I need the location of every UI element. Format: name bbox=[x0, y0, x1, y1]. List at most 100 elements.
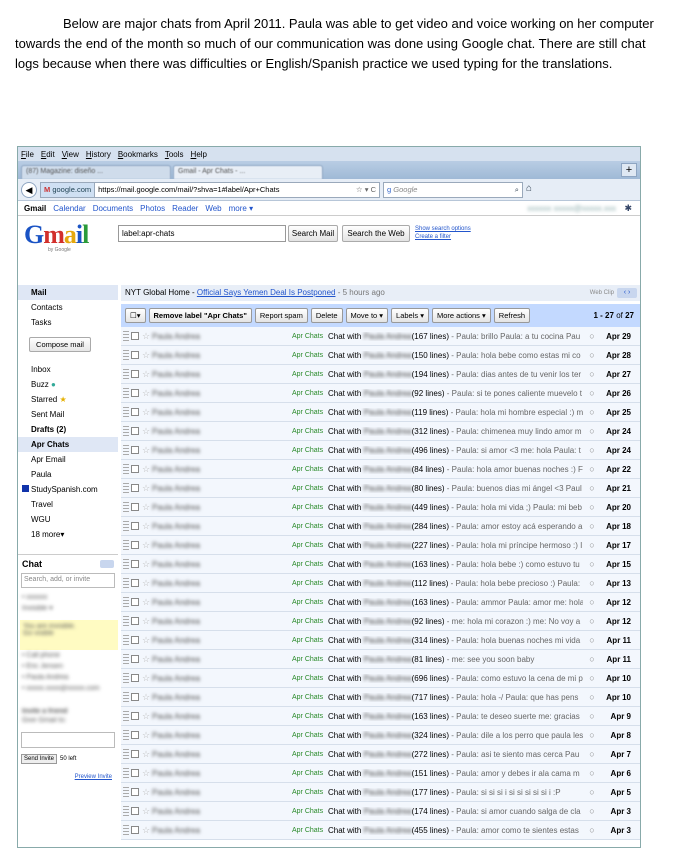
star-icon[interactable]: ☆ bbox=[142, 654, 152, 665]
table-row[interactable]: ☆ Paula Andrea Apr Chats Chat with Paula An… bbox=[121, 745, 640, 764]
sidebar-label-wgu[interactable]: WGU bbox=[18, 512, 118, 527]
star-icon[interactable]: ☆ bbox=[142, 502, 152, 513]
row-checkbox[interactable] bbox=[131, 389, 139, 397]
table-row[interactable]: ☆ Paula Andrea Apr Chats Chat with Paula An… bbox=[121, 517, 640, 536]
chat-contact-redacted[interactable]: • Call phone bbox=[18, 650, 118, 661]
mail-search-input[interactable]: label:apr-chats bbox=[118, 225, 286, 242]
url-text[interactable]: https://mail.google.com/mail/?shva=1#lab… bbox=[95, 185, 279, 194]
gbar-more[interactable]: more ▾ bbox=[229, 204, 253, 213]
row-checkbox[interactable] bbox=[131, 731, 139, 739]
send-invite-button[interactable]: Send Invite bbox=[21, 754, 58, 764]
star-icon[interactable]: ☆ bbox=[142, 464, 152, 475]
drag-handle-icon[interactable] bbox=[123, 502, 129, 512]
browser-search-box[interactable]: g Google ⌕ bbox=[383, 181, 523, 198]
sidebar-item-tasks[interactable]: Tasks bbox=[18, 315, 118, 330]
row-checkbox[interactable] bbox=[131, 826, 139, 834]
row-checkbox[interactable] bbox=[131, 541, 139, 549]
menu-edit[interactable]: Edit bbox=[41, 150, 55, 159]
gbar-web[interactable]: Web bbox=[205, 204, 221, 213]
drag-handle-icon[interactable] bbox=[123, 635, 129, 645]
sidebar-label-paula[interactable]: Paula bbox=[18, 467, 118, 482]
gbar-reader[interactable]: Reader bbox=[172, 204, 198, 213]
label-tag[interactable]: Apr Chats bbox=[292, 523, 328, 530]
label-tag[interactable]: Apr Chats bbox=[292, 618, 328, 625]
row-checkbox[interactable] bbox=[131, 579, 139, 587]
select-all-checkbox[interactable]: ☐▾ bbox=[125, 308, 146, 323]
drag-handle-icon[interactable] bbox=[123, 578, 129, 588]
star-icon[interactable]: ☆ bbox=[142, 635, 152, 646]
drag-handle-icon[interactable] bbox=[123, 331, 129, 341]
star-icon[interactable]: ☆ bbox=[142, 673, 152, 684]
bookmark-star-icon[interactable]: ☆ ▾ C bbox=[356, 185, 379, 194]
row-checkbox[interactable] bbox=[131, 769, 139, 777]
row-checkbox[interactable] bbox=[131, 598, 139, 606]
drag-handle-icon[interactable] bbox=[123, 407, 129, 417]
label-tag[interactable]: Apr Chats bbox=[292, 542, 328, 549]
menu-bookmarks[interactable]: Bookmarks bbox=[118, 150, 158, 159]
star-icon[interactable]: ☆ bbox=[142, 730, 152, 741]
drag-handle-icon[interactable] bbox=[123, 787, 129, 797]
gbar-documents[interactable]: Documents bbox=[93, 204, 133, 213]
table-row[interactable]: ☆ Paula Andrea Apr Chats Chat with Paula An… bbox=[121, 783, 640, 802]
row-checkbox[interactable] bbox=[131, 351, 139, 359]
drag-handle-icon[interactable] bbox=[123, 654, 129, 664]
drag-handle-icon[interactable] bbox=[123, 540, 129, 550]
label-tag[interactable]: Apr Chats bbox=[292, 409, 328, 416]
star-icon[interactable]: ☆ bbox=[142, 521, 152, 532]
table-row[interactable]: ☆ Paula Andrea Apr Chats Chat with Paula An… bbox=[121, 536, 640, 555]
drag-handle-icon[interactable] bbox=[123, 559, 129, 569]
compose-mail-button[interactable]: Compose mail bbox=[29, 337, 91, 352]
drag-handle-icon[interactable] bbox=[123, 673, 129, 683]
table-row[interactable]: ☆ Paula Andrea Apr Chats Chat with Paula An… bbox=[121, 441, 640, 460]
star-icon[interactable]: ☆ bbox=[142, 749, 152, 760]
chat-options-icon[interactable] bbox=[100, 560, 114, 568]
star-icon[interactable]: ☆ bbox=[142, 369, 152, 380]
menu-history[interactable]: History bbox=[86, 150, 111, 159]
labels-button[interactable]: Labels ▾ bbox=[391, 308, 429, 323]
drag-handle-icon[interactable] bbox=[123, 369, 129, 379]
row-checkbox[interactable] bbox=[131, 636, 139, 644]
table-row[interactable]: ☆ Paula Andrea Apr Chats Chat with Paula An… bbox=[121, 764, 640, 783]
browser-tab-active[interactable]: Gmail - Apr Chats - ... bbox=[173, 165, 323, 179]
label-tag[interactable]: Apr Chats bbox=[292, 732, 328, 739]
label-tag[interactable]: Apr Chats bbox=[292, 675, 328, 682]
sidebar-label-apr-email[interactable]: Apr Email bbox=[18, 452, 118, 467]
row-checkbox[interactable] bbox=[131, 370, 139, 378]
table-row[interactable]: ☆ Paula Andrea Apr Chats Chat with Paula An… bbox=[121, 346, 640, 365]
drag-handle-icon[interactable] bbox=[123, 388, 129, 398]
star-icon[interactable]: ☆ bbox=[142, 388, 152, 399]
label-tag[interactable]: Apr Chats bbox=[292, 827, 328, 834]
drag-handle-icon[interactable] bbox=[123, 806, 129, 816]
label-tag[interactable]: Apr Chats bbox=[292, 694, 328, 701]
gear-icon[interactable]: ✱ bbox=[624, 203, 632, 214]
label-tag[interactable]: Apr Chats bbox=[292, 447, 328, 454]
row-checkbox[interactable] bbox=[131, 484, 139, 492]
move-to-button[interactable]: Move to ▾ bbox=[345, 308, 389, 323]
sidebar-label-travel[interactable]: Travel bbox=[18, 497, 118, 512]
star-icon[interactable]: ☆ bbox=[142, 768, 152, 779]
star-icon[interactable]: ☆ bbox=[142, 825, 152, 836]
star-icon[interactable]: ☆ bbox=[142, 806, 152, 817]
sidebar-item-inbox[interactable]: Inbox bbox=[18, 362, 118, 377]
preview-invite-link[interactable]: Preview Invite bbox=[18, 774, 118, 780]
row-checkbox[interactable] bbox=[131, 712, 139, 720]
row-checkbox[interactable] bbox=[131, 788, 139, 796]
new-tab-button[interactable]: + bbox=[621, 163, 637, 177]
menu-view[interactable]: View bbox=[62, 150, 79, 159]
label-tag[interactable]: Apr Chats bbox=[292, 713, 328, 720]
star-icon[interactable]: ☆ bbox=[142, 787, 152, 798]
label-tag[interactable]: Apr Chats bbox=[292, 466, 328, 473]
table-row[interactable]: ☆ Paula Andrea Apr Chats Chat with Paula An… bbox=[121, 422, 640, 441]
label-tag[interactable]: Apr Chats bbox=[292, 485, 328, 492]
label-tag[interactable]: Apr Chats bbox=[292, 504, 328, 511]
star-icon[interactable]: ☆ bbox=[142, 616, 152, 627]
delete-button[interactable]: Delete bbox=[310, 308, 343, 323]
table-row[interactable]: ☆ Paula Andrea Apr Chats Chat with Paula An… bbox=[121, 403, 640, 422]
star-icon[interactable]: ☆ bbox=[142, 578, 152, 589]
refresh-button[interactable]: Refresh bbox=[493, 308, 531, 323]
star-icon[interactable]: ☆ bbox=[142, 540, 152, 551]
report-spam-button[interactable]: Report spam bbox=[254, 308, 308, 323]
label-tag[interactable]: Apr Chats bbox=[292, 580, 328, 587]
label-tag[interactable]: Apr Chats bbox=[292, 561, 328, 568]
sidebar-label-apr-chats[interactable]: Apr Chats bbox=[18, 437, 118, 452]
